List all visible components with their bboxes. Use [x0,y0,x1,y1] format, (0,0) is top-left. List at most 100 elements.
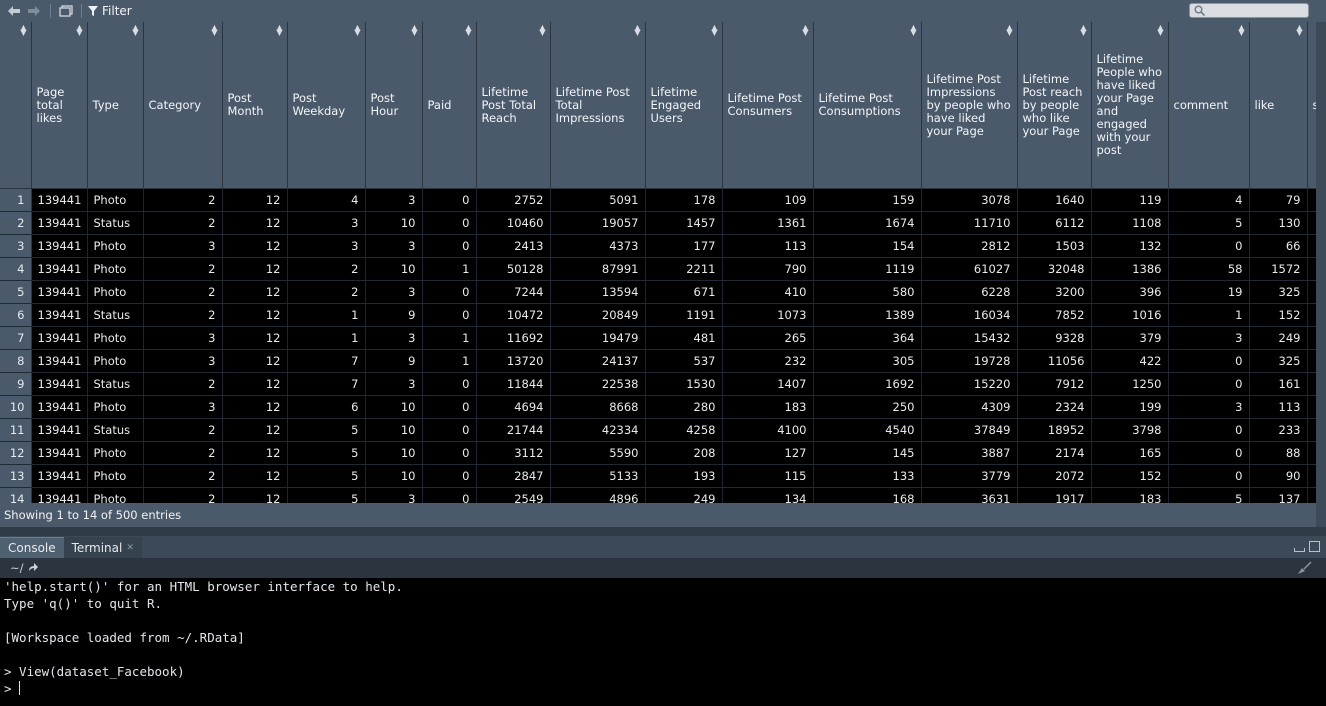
table-row[interactable]: 10 139441 Photo 3 12 6 10 0 4694 8668 280 183 250 430… [0,395,1316,419]
table-cell: 113 [722,234,814,258]
table-cell: 1 [287,303,366,327]
sort-icon[interactable]: ▲ ▼ [634,24,640,37]
sort-icon[interactable]: ▲ ▼ [1238,24,1244,37]
table-cell: 3 [143,234,223,258]
sort-icon[interactable]: ▲ ▼ [1296,24,1302,37]
table-cell: 4896 [550,487,646,503]
sort-icon[interactable]: ▲ ▼ [910,24,916,37]
table-cell: 42334 [550,418,646,442]
row-number-header[interactable]: ▲ ▼ [0,22,32,189]
close-icon[interactable]: ✕ [126,543,134,553]
table-row[interactable]: 3 139441 Photo 3 12 3 3 0 2413 4373 177 113 154 2812 1… [0,234,1316,258]
table-row[interactable]: 5 139441 Photo 2 12 2 3 0 7244 13594 671 410 580 6228… [0,280,1316,304]
forward-arrow-icon[interactable] [24,1,44,21]
column-header[interactable]: ▲ ▼ Type [87,22,144,189]
table-cell: 3 [1168,395,1250,419]
table-row[interactable]: 9 139441 Status 2 12 7 3 0 11844 22538 1530 1407 169… [0,372,1316,396]
column-header-label: Lifetime Post Consumptions [818,91,901,118]
grid-scrollbar[interactable] [1316,22,1326,503]
column-header[interactable]: ▲ ▼ Lifetime Post Impressions by people w… [921,22,1018,189]
column-header[interactable]: ▲ ▼ comment [1168,22,1250,189]
sort-icon[interactable]: ▲ ▼ [802,24,808,37]
sort-icon[interactable]: ▲ ▼ [1006,24,1012,37]
sort-icon[interactable]: ▲ ▼ [711,24,717,37]
sort-icon[interactable]: ▲ ▼ [411,24,417,37]
column-header[interactable]: ▲ ▼ Lifetime Post Consumers [722,22,814,189]
pane-splitter[interactable] [0,527,1326,536]
column-header-label: Lifetime People who have liked your Page… [1096,52,1163,157]
table-cell [1307,257,1316,281]
table-cell: Status [87,211,144,235]
column-header[interactable]: ▲ ▼ Post Month [222,22,288,189]
table-cell: 1386 [1091,257,1169,281]
column-header[interactable]: ▲ ▼ Lifetime Post Total Reach [476,22,551,189]
table-cell: 66 [1249,234,1308,258]
table-cell: 12 [222,349,288,373]
table-cell: 5133 [550,464,646,488]
table-row[interactable]: 12 139441 Photo 2 12 5 10 0 3112 5590 208 127 145 388… [0,441,1316,465]
go-to-dir-icon[interactable] [28,561,39,575]
table-row[interactable]: 11 139441 Status 2 12 5 10 0 21744 42334 4258 4100 4… [0,418,1316,442]
column-header[interactable]: ▲ ▼ Category [143,22,223,189]
table-cell: 2549 [476,487,551,503]
column-header[interactable]: ▲ ▼ Lifetime Engaged Users [645,22,723,189]
table-cell: 165 [1091,441,1169,465]
column-header[interactable]: ▲ ▼ Post Hour [365,22,423,189]
table-cell: 3887 [921,441,1018,465]
table-cell: 161 [1249,372,1308,396]
table-cell: 12 [222,280,288,304]
column-header[interactable]: ▲ ▼ Paid [422,22,477,189]
sort-icon[interactable]: ▲ ▼ [211,24,217,37]
table-cell: 7 [287,372,366,396]
table-cell: 2 [143,372,223,396]
sort-icon[interactable]: ▲ ▼ [76,24,82,37]
column-header[interactable]: ▲ ▼ like [1249,22,1308,189]
table-row[interactable]: 4 139441 Photo 2 12 2 10 1 50128 87991 2211 790 1119… [0,257,1316,281]
column-header[interactable]: ▲ ▼ Lifetime People who have liked your P… [1091,22,1169,189]
table-row[interactable]: 8 139441 Photo 3 12 7 9 1 13720 24137 537 232 305 197… [0,349,1316,373]
column-header-label: Lifetime Post Impressions by people who … [926,71,1011,138]
search-input[interactable] [1189,3,1309,18]
table-cell: 12 [222,464,288,488]
table-cell: 16034 [921,303,1018,327]
table-row[interactable]: 2 139441 Status 2 12 3 10 0 10460 19057 1457 1361 16… [0,211,1316,235]
table-cell [1307,303,1316,327]
filter-button[interactable]: Filter [88,4,132,18]
table-cell: Photo [87,395,144,419]
sort-icon[interactable]: ▲ ▼ [354,24,360,37]
table-row[interactable]: 6 139441 Status 2 12 1 9 0 10472 20849 1191 1073 138… [0,303,1316,327]
column-header[interactable]: ▲ ▼ Post Weekday [287,22,366,189]
table-cell: 19 [1168,280,1250,304]
back-arrow-icon[interactable] [4,1,24,21]
table-row[interactable]: 7 139441 Photo 3 12 1 3 1 11692 19479 481 265 364 154… [0,326,1316,350]
table-cell: 10472 [476,303,551,327]
column-header[interactable]: ▲ ▼ Lifetime Post reach by people who lik… [1017,22,1092,189]
table-row[interactable]: 13 139441 Photo 2 12 5 10 0 2847 5133 193 115 133 377… [0,464,1316,488]
popout-icon[interactable] [57,1,75,21]
table-cell: 10 [365,211,423,235]
sort-icon[interactable]: ▲ ▼ [276,24,282,37]
console-output[interactable]: 'help.start()' for an HTML browser inter… [0,578,1326,706]
column-header[interactable]: ▲ ▼ Lifetime Post Total Impressions [550,22,646,189]
sort-icon[interactable]: ▲ ▼ [1080,24,1086,37]
minimize-icon[interactable] [1294,548,1305,552]
sort-icon[interactable]: ▲ ▼ [20,24,26,37]
column-header[interactable]: ▲ ▼ Page total likes [31,22,88,189]
table-cell: 139441 [31,326,88,350]
column-header[interactable]: ▲ ▼ Lifetime Post Consumptions [813,22,922,189]
maximize-icon[interactable] [1309,541,1320,552]
tab-terminal[interactable]: Terminal ✕ [63,537,142,558]
sort-icon[interactable]: ▲ ▼ [539,24,545,37]
sort-icon[interactable]: ▲ ▼ [1157,24,1163,37]
table-row[interactable]: 1 139441 Photo 2 12 4 3 0 2752 5091 178 109 159 3078 1… [0,188,1316,212]
table-cell: 61027 [921,257,1018,281]
broom-icon[interactable] [1296,561,1312,579]
column-header[interactable]: ▲ ▼share [1307,22,1316,189]
table-cell: 5 [287,464,366,488]
sort-icon[interactable]: ▲ ▼ [465,24,471,37]
sort-icon[interactable]: ▲ ▼ [132,24,138,37]
tab-console[interactable]: Console [0,537,64,558]
table-cell: 133 [813,464,922,488]
table-row[interactable]: 14 139441 Photo 2 12 5 3 0 2549 4896 249 134 168 3631… [0,487,1316,503]
